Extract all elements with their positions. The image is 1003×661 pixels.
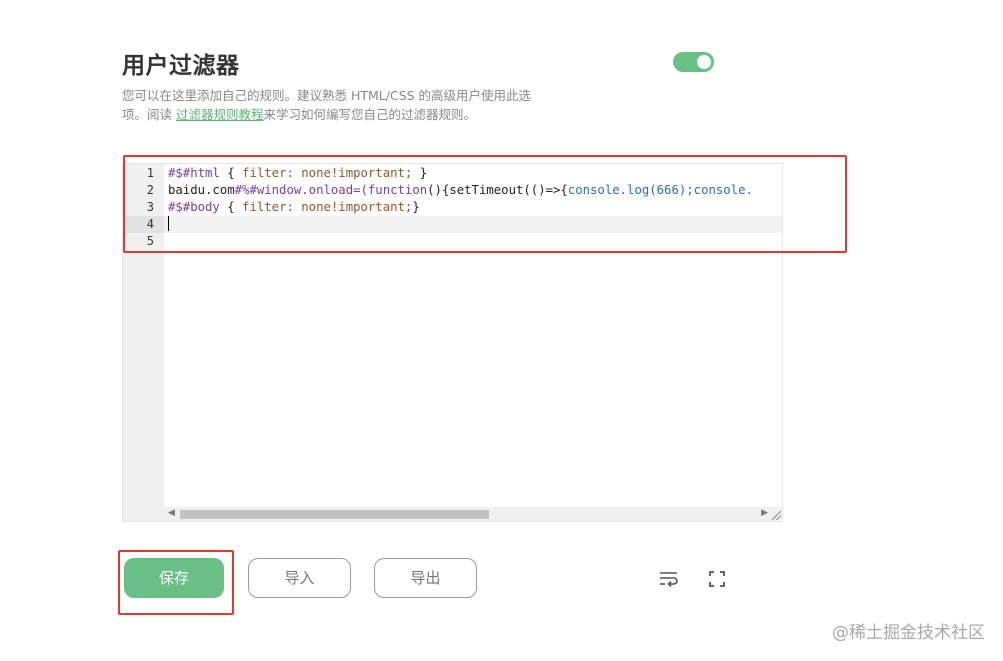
description-line2-suffix: 来学习如何编写您自己的过滤器规则。 [263, 107, 477, 122]
user-filter-page: 用户过滤器 您可以在这里添加自己的规则。建议熟悉 HTML/CSS 的高级用户使… [0, 0, 1003, 661]
line-number: 5 [146, 234, 154, 248]
code-text-area[interactable]: #$#html { filter: none!important; } baid… [164, 164, 782, 507]
code-line-2: baidu.com#%#window.onload=(function(){se… [168, 183, 753, 197]
scroll-right-icon[interactable]: ▶ [761, 508, 768, 518]
export-button[interactable]: 导出 [374, 558, 477, 598]
description-line2-prefix: 项。阅读 [122, 107, 176, 122]
code-line-3: #$#body { filter: none!important;} [168, 200, 420, 214]
code-line-1: #$#html { filter: none!important; } [168, 166, 428, 180]
text-cursor [168, 216, 169, 231]
page-title: 用户过滤器 [122, 53, 240, 79]
resize-grip-icon[interactable] [772, 511, 781, 520]
wrap-lines-icon[interactable] [659, 570, 679, 588]
save-button[interactable]: 保存 [124, 558, 224, 598]
line-number-active: 4 [123, 216, 164, 233]
toggle-knob [697, 55, 711, 69]
line-number: 2 [146, 183, 154, 197]
active-line-highlight [164, 216, 782, 233]
line-number-gutter: 1 2 3 4 5 [123, 164, 164, 521]
scrollbar-thumb[interactable] [180, 510, 489, 519]
horizontal-scrollbar[interactable]: ◀ ▶ [164, 507, 782, 521]
scroll-left-icon[interactable]: ◀ [168, 508, 175, 518]
line-number: 3 [146, 200, 154, 214]
watermark: @稀土掘金技术社区 [832, 623, 985, 643]
filter-rules-tutorial-link[interactable]: 过滤器规则教程 [176, 107, 264, 122]
description-line1: 您可以在这里添加自己的规则。建议熟悉 HTML/CSS 的高级用户使用此选 [122, 88, 532, 103]
code-editor[interactable]: 1 2 3 4 5 #$#html { filter: none!importa… [122, 163, 783, 522]
fullscreen-icon[interactable] [708, 570, 728, 588]
filter-toggle[interactable] [673, 52, 714, 72]
import-button[interactable]: 导入 [248, 558, 351, 598]
description: 您可以在这里添加自己的规则。建议熟悉 HTML/CSS 的高级用户使用此选 项。… [122, 86, 592, 124]
line-number: 1 [146, 166, 154, 180]
